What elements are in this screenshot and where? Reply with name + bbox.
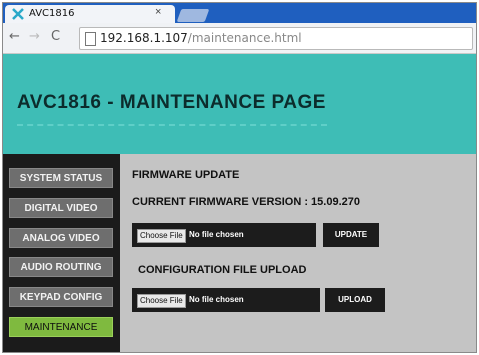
close-icon[interactable]: × [155,6,161,18]
firmware-update-heading: FIRMWARE UPDATE [132,169,240,181]
forward-arrow-icon[interactable]: → [29,29,40,44]
browser-window: AVC1816 × ← → C 192.168.1.107/maintenanc… [2,2,477,353]
config-choose-file-button[interactable]: Choose File [137,294,186,308]
browser-toolbar: ← → C 192.168.1.107/maintenance.html [3,23,476,54]
config-no-file-label: No file chosen [189,295,244,304]
firmware-file-input[interactable]: Choose File No file chosen [132,223,316,247]
main-content: FIRMWARE UPDATE CURRENT FIRMWARE VERSION… [120,154,476,352]
page-icon [85,32,96,46]
firmware-no-file-label: No file chosen [189,230,244,239]
url-host: 192.168.1.107 [100,31,188,45]
x-logo-icon [12,8,24,20]
sidebar: SYSTEM STATUS DIGITAL VIDEO ANALOG VIDEO… [3,154,120,352]
sidebar-item-system-status[interactable]: SYSTEM STATUS [9,168,113,188]
browser-tab[interactable]: AVC1816 × [5,5,175,23]
firmware-choose-file-button[interactable]: Choose File [137,229,186,243]
sidebar-item-audio-routing[interactable]: AUDIO ROUTING [9,257,113,277]
page-header: AVC1816 - MAINTENANCE PAGE [3,54,476,154]
config-upload-heading: CONFIGURATION FILE UPLOAD [138,264,307,276]
back-arrow-icon[interactable]: ← [9,29,20,44]
upload-button[interactable]: UPLOAD [325,288,385,312]
update-button[interactable]: UPDATE [323,223,379,247]
reload-icon[interactable]: C [51,29,60,44]
url-path: /maintenance.html [187,31,302,45]
new-tab-button[interactable] [176,9,210,22]
title-underline [17,124,327,128]
sidebar-item-digital-video[interactable]: DIGITAL VIDEO [9,198,113,218]
tab-title: AVC1816 [29,8,75,19]
config-file-input[interactable]: Choose File No file chosen [132,288,320,312]
page-title: AVC1816 - MAINTENANCE PAGE [17,92,326,113]
address-bar[interactable]: 192.168.1.107/maintenance.html [79,27,473,50]
tab-strip: AVC1816 × [3,3,476,23]
sidebar-item-analog-video[interactable]: ANALOG VIDEO [9,228,113,248]
sidebar-item-keypad-config[interactable]: KEYPAD CONFIG [9,287,113,307]
url-text: 192.168.1.107/maintenance.html [100,31,302,45]
firmware-version-text: CURRENT FIRMWARE VERSION : 15.09.270 [132,196,360,208]
sidebar-item-maintenance[interactable]: MAINTENANCE [9,317,113,337]
